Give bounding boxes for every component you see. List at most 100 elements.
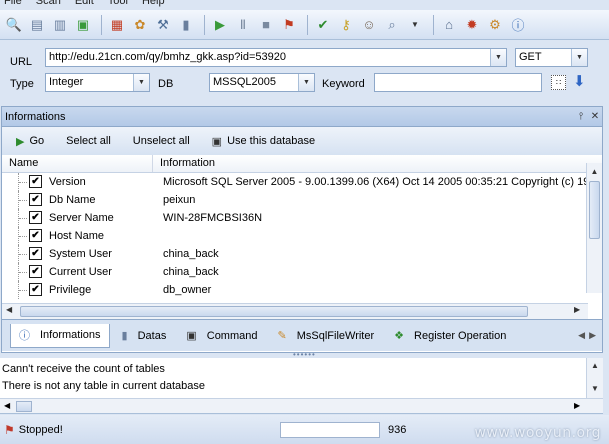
wrench-icon[interactable]: ⚒ — [153, 15, 173, 35]
grid-menu-icon[interactable]: ▦ — [107, 15, 127, 35]
use-database-button[interactable]: ▣ Use this database — [212, 135, 315, 148]
pin-icon[interactable]: ⫯ — [574, 111, 588, 122]
scroll-up-icon[interactable]: ▲ — [587, 358, 603, 370]
pause-icon[interactable]: Ⅱ — [233, 15, 253, 35]
flag-icon[interactable]: ⚑ — [279, 15, 299, 35]
row-checkbox[interactable]: ✔ — [29, 229, 42, 242]
document-icon[interactable]: ▥ — [50, 15, 70, 35]
scroll-right-icon[interactable]: ▶ — [574, 401, 580, 410]
info-icon[interactable]: ⓘ — [508, 15, 528, 35]
menu-scan[interactable]: Scan — [36, 0, 61, 8]
panel-title-bar: Informations ⫯ ✕ — [2, 107, 602, 127]
database-icon[interactable]: ▮ — [176, 15, 196, 35]
stop-icon[interactable]: ■ — [256, 15, 276, 35]
chevron-down-icon[interactable]: ▼ — [490, 49, 506, 66]
scroll-down-icon[interactable]: ▼ — [587, 370, 603, 393]
search-icon[interactable]: 🔍 — [4, 15, 24, 35]
chevron-down-icon[interactable]: ▼ — [405, 15, 425, 35]
db-select[interactable]: MSSQL2005 ▼ — [209, 73, 315, 92]
export-icon[interactable]: ▣ — [73, 15, 93, 35]
tab-register-operation[interactable]: ❖ Register Operation — [386, 324, 514, 348]
chevron-down-icon[interactable]: ▼ — [298, 74, 314, 91]
home-icon[interactable]: ⌂ — [439, 15, 459, 35]
row-checkbox[interactable]: ✔ — [29, 283, 42, 296]
column-name[interactable]: Name — [2, 155, 153, 172]
tab-datas[interactable]: ▮ Datas — [114, 324, 175, 348]
row-checkbox[interactable]: ✔ — [29, 193, 42, 206]
bug-icon[interactable]: ✹ — [462, 15, 482, 35]
table-row[interactable]: ✔ Host Name — [2, 227, 602, 245]
tab-next-icon[interactable]: ▶ — [589, 330, 596, 341]
table-row[interactable]: ✔ Current User china_back — [2, 263, 602, 281]
column-information[interactable]: Information — [153, 155, 215, 172]
unselect-all-button[interactable]: Unselect all — [133, 135, 190, 147]
scroll-thumb[interactable] — [20, 306, 528, 317]
play-icon[interactable]: ▶ — [210, 15, 230, 35]
tab-mssqlfilewriter[interactable]: ✎ MsSqlFileWriter — [270, 324, 383, 348]
scroll-up-icon[interactable]: ▲ — [587, 163, 602, 179]
menu-help[interactable]: Help — [142, 0, 165, 8]
select-all-label: Select all — [66, 135, 111, 147]
table-row[interactable]: ✔ System User china_back — [2, 245, 602, 263]
go-button[interactable]: ▶ Go — [16, 135, 44, 148]
chevron-down-icon[interactable]: ▼ — [571, 49, 587, 66]
key-icon[interactable]: ⚷ — [336, 15, 356, 35]
method-select[interactable]: GET ▼ — [515, 48, 588, 67]
table-row[interactable]: ✔ Server Name WIN-28FMCBSI36N — [2, 209, 602, 227]
select-all-button[interactable]: Select all — [66, 135, 111, 147]
toolbar-separator — [307, 14, 308, 35]
row-checkbox[interactable]: ✔ — [29, 265, 42, 278]
scroll-thumb[interactable] — [589, 181, 600, 239]
tab-informations[interactable]: ⓘ Informations — [10, 323, 110, 348]
scroll-thumb[interactable] — [16, 401, 32, 412]
grid-select-icon[interactable]: ∷ — [551, 75, 566, 90]
check-icon[interactable]: ✔ — [313, 15, 333, 35]
row-checkbox[interactable]: ✔ — [29, 211, 42, 224]
settings-icon[interactable]: ⚙ — [485, 15, 505, 35]
close-icon[interactable]: ✕ — [588, 111, 602, 122]
url-label: URL — [10, 56, 33, 68]
vertical-scrollbar[interactable]: ▲ — [586, 163, 602, 293]
menu-edit[interactable]: Edit — [75, 0, 94, 8]
table-row[interactable]: ✔ Version Microsoft SQL Server 2005 - 9.… — [2, 173, 602, 191]
unselect-all-label: Unselect all — [132, 135, 190, 147]
log-horizontal-scrollbar[interactable]: ◀ ▶ — [0, 398, 603, 414]
menu-file[interactable]: File — [4, 0, 22, 8]
tab-command[interactable]: ▣ Command — [178, 324, 265, 348]
tree-line — [19, 254, 27, 255]
tab-navigation: ◀ ▶ — [578, 330, 602, 341]
method-value: GET — [519, 51, 542, 63]
users-icon[interactable]: ☺ — [359, 15, 379, 35]
tree-line — [19, 290, 27, 291]
url-value: http://edu.21cn.com/qy/bmhz_gkk.asp?id=5… — [49, 51, 286, 63]
tab-prev-icon[interactable]: ◀ — [578, 330, 585, 341]
log-line: Cann't receive the count of tables — [2, 363, 165, 375]
table-row[interactable]: ✔ Privilege db_owner — [2, 281, 602, 299]
log-vertical-scrollbar[interactable]: ▲ ▼ — [586, 358, 603, 398]
horizontal-scrollbar[interactable]: ◀ ▶ — [2, 303, 588, 319]
scroll-left-icon[interactable]: ◀ — [6, 305, 12, 314]
row-checkbox[interactable]: ✔ — [29, 247, 42, 260]
row-checkbox[interactable]: ✔ — [29, 175, 42, 188]
chevron-down-icon[interactable]: ▼ — [133, 74, 149, 91]
scroll-left-icon[interactable]: ◀ — [4, 401, 10, 410]
type-select[interactable]: Integer ▼ — [45, 73, 150, 92]
toolbar-separator — [433, 14, 434, 35]
tab-label: Command — [206, 329, 258, 342]
database-icon: ▣ — [211, 135, 223, 148]
keyword-input[interactable] — [374, 73, 542, 92]
toolbar-separator — [101, 14, 102, 35]
toolbar: 🔍 ▤ ▥ ▣ ▦ ✿ ⚒ ▮ ▶ Ⅱ ■ ⚑ ✔ ⚷ ☺ ⌕ ▼ ⌂ ✹ ⚙ … — [0, 10, 609, 40]
tree-line — [19, 272, 27, 273]
tab-bar: ⓘ Informations ▮ Datas ▣ Command ✎ MsSql… — [2, 319, 602, 351]
play-icon: ▶ — [16, 135, 25, 148]
url-field[interactable]: http://edu.21cn.com/qy/bmhz_gkk.asp?id=5… — [45, 48, 507, 67]
magnifier-icon[interactable]: ⌕ — [382, 15, 402, 35]
scroll-right-icon[interactable]: ▶ — [574, 305, 580, 314]
page-icon[interactable]: ▤ — [27, 15, 47, 35]
menu-tool[interactable]: Tool — [108, 0, 128, 8]
progress-bar — [280, 421, 380, 438]
arrow-down-icon[interactable]: ⬇ — [573, 72, 586, 90]
table-row[interactable]: ✔ Db Name peixun — [2, 191, 602, 209]
palette-icon[interactable]: ✿ — [130, 15, 150, 35]
